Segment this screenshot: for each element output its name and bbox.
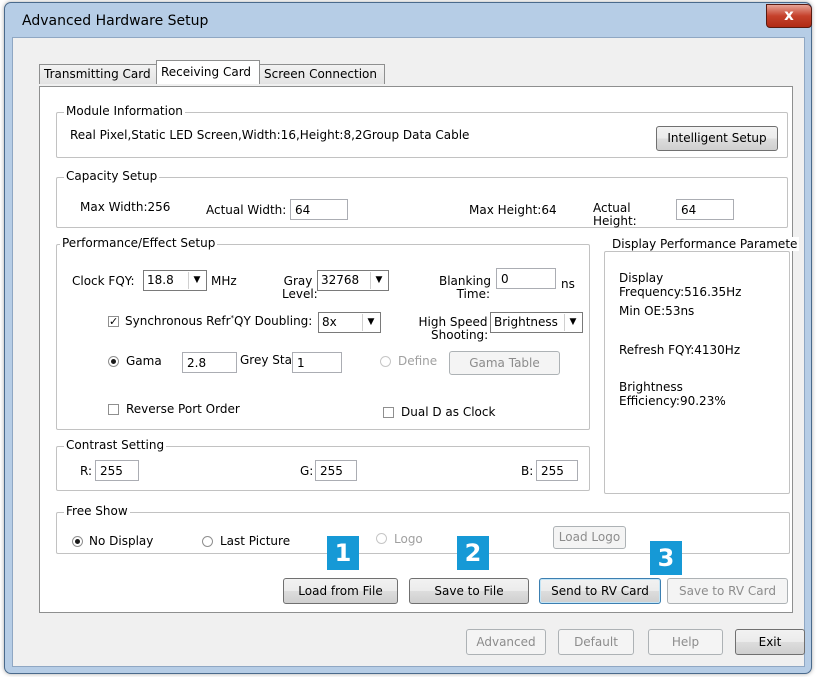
chevron-down-icon: ▼ xyxy=(564,314,581,331)
blanking-time-label-2: Time: xyxy=(456,287,490,301)
grey-start-input[interactable]: 1 xyxy=(292,352,342,373)
callout-3: 3 xyxy=(650,541,682,575)
chevron-down-icon: ▼ xyxy=(188,272,205,289)
last-picture-radio[interactable] xyxy=(202,536,213,547)
clock-fqy-label: Clock FQY: xyxy=(72,274,135,288)
last-picture-label: Last Picture xyxy=(220,534,291,548)
refresh-fqy-text: Refresh FQY:4130Hz xyxy=(619,343,741,357)
define-radio[interactable] xyxy=(380,356,391,367)
free-show-legend: Free Show xyxy=(64,504,130,518)
contrast-g-label: G: xyxy=(300,464,314,478)
high-speed-shooting-value: Brightness xyxy=(494,315,558,329)
no-display-label: No Display xyxy=(89,534,154,548)
max-width-label: Max Width:256 xyxy=(80,200,171,214)
high-speed-shooting-select[interactable]: Brightness ▼ xyxy=(490,312,583,333)
actual-width-label: Actual Width: xyxy=(206,203,287,217)
module-information-legend: Module Information xyxy=(64,104,185,118)
clock-unit-label: MHz xyxy=(211,274,237,288)
chevron-down-icon: ▼ xyxy=(362,314,379,331)
clock-fqy-value: 18.8 xyxy=(147,273,174,287)
load-from-file-button[interactable]: Load from File xyxy=(283,578,398,604)
help-button[interactable]: Help xyxy=(648,629,723,655)
synchronous-refresh-label-part1: Synchronous Refr xyxy=(125,314,231,328)
dual-d-as-clock-label: Dual D as Clock xyxy=(401,405,496,419)
refresh-doubling-value: 8x xyxy=(322,315,337,329)
module-description: Real Pixel,Static LED Screen,Width:16,He… xyxy=(70,128,470,142)
brightness-efficiency-line-2: Efficiency:90.23% xyxy=(619,394,726,408)
contrast-b-input[interactable]: 255 xyxy=(536,460,578,481)
logo-label: Logo xyxy=(394,532,423,546)
contrast-g-input[interactable]: 255 xyxy=(315,460,357,481)
synchronous-refresh-label: Synchronous Refr*QY Doubling: xyxy=(125,314,313,328)
gama-radio[interactable] xyxy=(108,356,119,367)
no-display-radio[interactable] xyxy=(72,536,83,547)
intelligent-setup-button[interactable]: Intelligent Setup xyxy=(656,126,778,151)
dual-d-as-clock-checkbox[interactable] xyxy=(383,407,394,418)
actual-height-input[interactable]: 64 xyxy=(676,199,734,220)
chevron-down-icon: ▼ xyxy=(370,272,387,289)
max-height-label: Max Height:64 xyxy=(469,203,557,217)
blanking-unit-label: ns xyxy=(561,277,575,291)
contrast-b-label: B: xyxy=(521,464,534,478)
save-to-rv-card-button[interactable]: Save to RV Card xyxy=(667,578,788,604)
default-button[interactable]: Default xyxy=(558,629,634,655)
save-to-file-button[interactable]: Save to File xyxy=(409,578,529,604)
callout-2: 2 xyxy=(457,536,489,570)
close-button[interactable]: x xyxy=(766,4,812,28)
logo-radio[interactable] xyxy=(376,533,387,544)
high-speed-shooting-label-2: Shooting: xyxy=(431,328,489,342)
actual-width-input[interactable]: 64 xyxy=(290,199,348,220)
exit-button[interactable]: Exit xyxy=(735,629,805,655)
display-frequency-line-1: Display xyxy=(619,271,664,285)
contrast-setting-legend: Contrast Setting xyxy=(64,438,167,452)
refresh-doubling-select[interactable]: 8x ▼ xyxy=(318,312,381,333)
gray-level-label-2: Level: xyxy=(282,287,318,301)
send-to-rv-card-button[interactable]: Send to RV Card xyxy=(539,578,661,604)
display-performance-legend: Display Performance Paramete xyxy=(610,237,800,251)
capacity-setup-legend: Capacity Setup xyxy=(64,169,160,183)
tab-transmitting-card[interactable]: Transmitting Card xyxy=(39,64,157,84)
define-label: Define xyxy=(398,354,438,368)
blanking-time-input[interactable]: 0 xyxy=(496,268,556,289)
load-logo-button[interactable]: Load Logo xyxy=(553,526,626,549)
gama-label: Gama xyxy=(126,354,162,368)
gray-level-select[interactable]: 32768 ▼ xyxy=(317,270,389,291)
contrast-r-label: R: xyxy=(80,464,93,478)
performance-effect-legend: Performance/Effect Setup xyxy=(60,236,218,250)
gama-table-button[interactable]: Gama Table xyxy=(449,351,560,375)
gama-input[interactable]: 2.8 xyxy=(182,352,237,373)
gray-level-value: 32768 xyxy=(321,273,360,287)
reverse-port-order-checkbox[interactable] xyxy=(108,404,119,415)
tab-receiving-card[interactable]: Receiving Card xyxy=(156,60,260,84)
actual-height-label-2: Height: xyxy=(593,214,637,228)
synchronous-refresh-checkbox[interactable]: ✓ xyxy=(108,316,119,327)
brightness-efficiency-line-1: Brightness xyxy=(619,380,683,394)
reverse-port-order-label: Reverse Port Order xyxy=(126,402,240,416)
clock-fqy-select[interactable]: 18.8 ▼ xyxy=(143,270,207,291)
callout-1: 1 xyxy=(327,536,359,570)
tab-screen-connection[interactable]: Screen Connection xyxy=(259,64,385,84)
display-frequency-line-2: Frequency:516.35Hz xyxy=(619,285,742,299)
window-title: Advanced Hardware Setup xyxy=(22,13,209,29)
min-oe-text: Min OE:53ns xyxy=(619,304,695,318)
contrast-r-input[interactable]: 255 xyxy=(95,460,139,481)
advanced-button[interactable]: Advanced xyxy=(466,629,546,655)
synchronous-refresh-label-part2: QY Doubling: xyxy=(234,314,313,328)
